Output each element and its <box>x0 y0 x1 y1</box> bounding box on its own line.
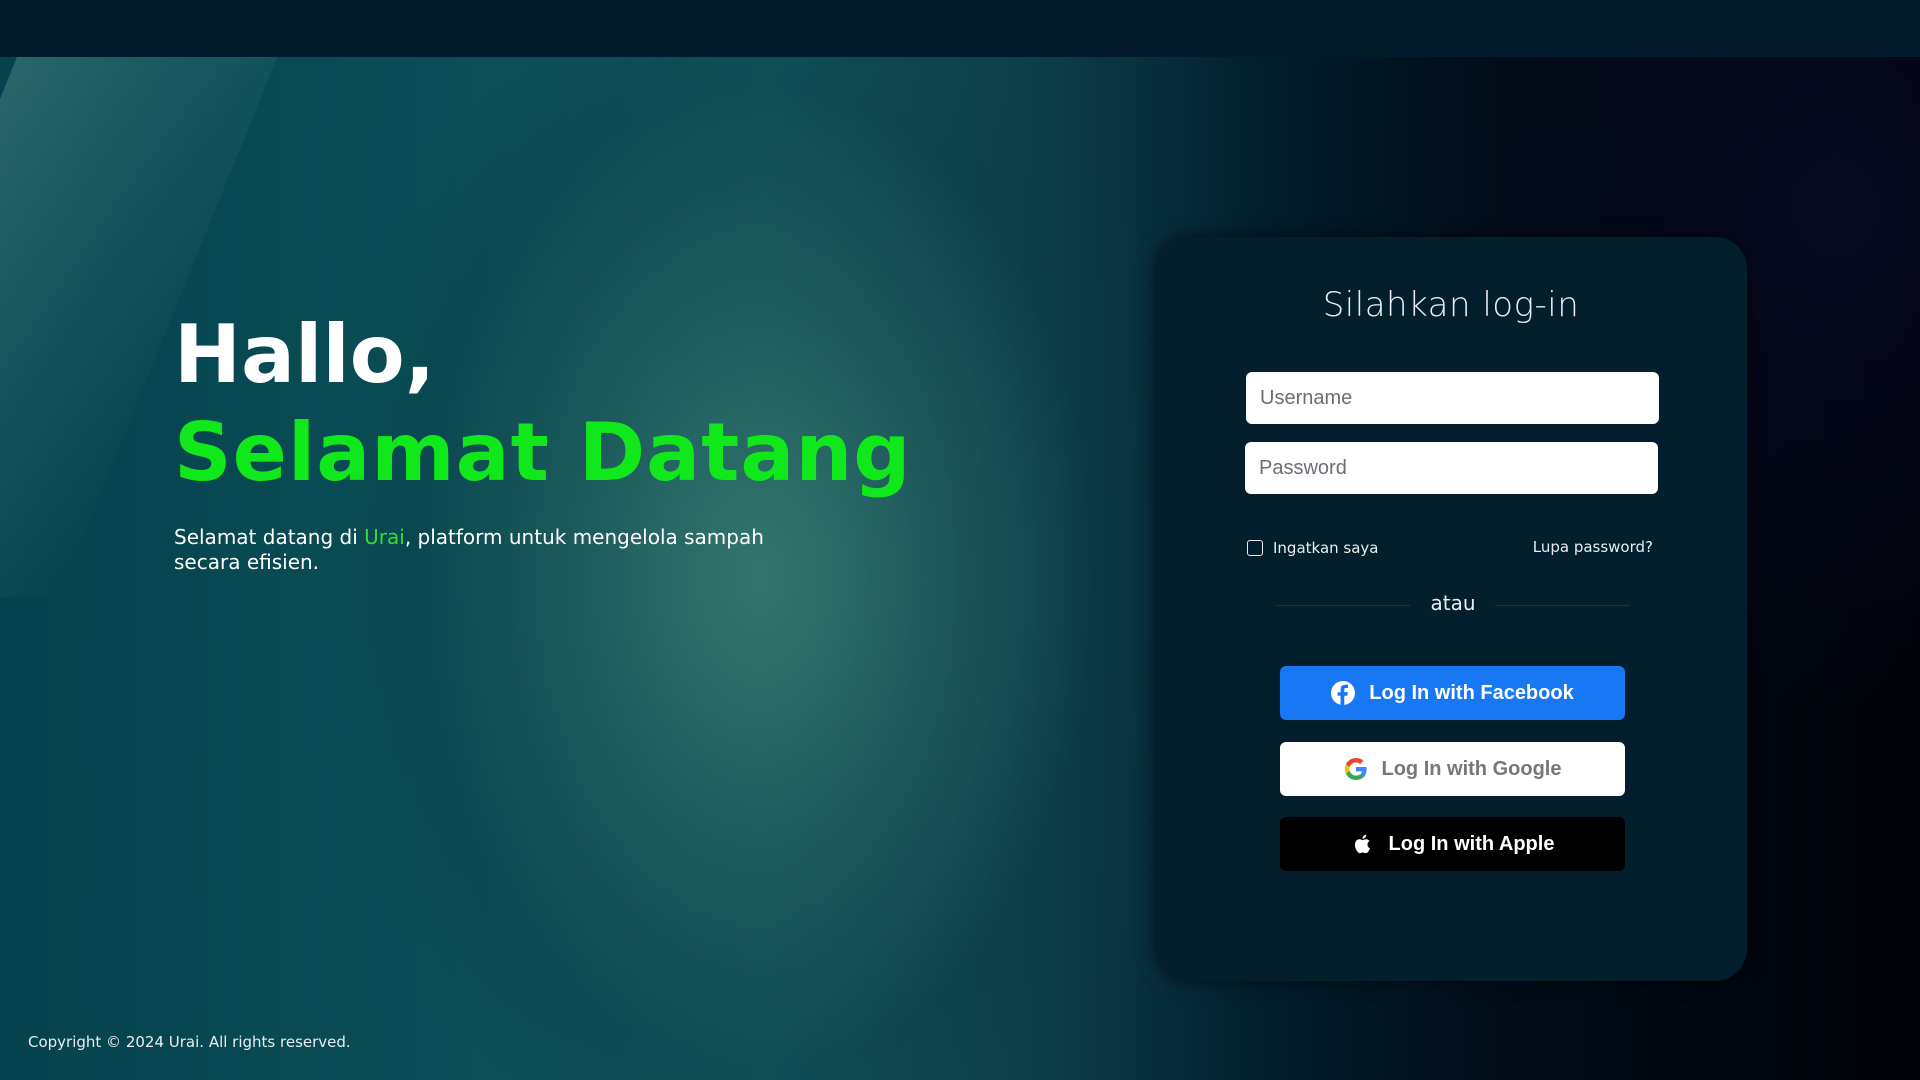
hero-description: Selamat datang di Urai, platform untuk m… <box>174 525 814 575</box>
google-login-label: Log In with Google <box>1381 757 1562 780</box>
top-bar <box>0 0 1920 57</box>
apple-login-label: Log In with Apple <box>1388 832 1555 855</box>
facebook-login-button[interactable]: Log In with Facebook <box>1280 666 1625 720</box>
forgot-password-link[interactable]: Lupa password? <box>1533 538 1653 556</box>
apple-login-button[interactable]: Log In with Apple <box>1280 817 1625 871</box>
login-card: Silahkan log-in Ingatkan saya Lupa passw… <box>1155 237 1747 981</box>
remember-me-checkbox[interactable] <box>1247 540 1263 556</box>
google-icon <box>1344 757 1368 781</box>
facebook-icon <box>1331 681 1356 705</box>
username-input[interactable] <box>1246 372 1659 424</box>
hero-section: Hallo, Selamat Datang Selamat datang di … <box>174 307 974 595</box>
page-background: Hallo, Selamat Datang Selamat datang di … <box>0 57 1920 1080</box>
divider-line-right <box>1495 605 1630 606</box>
divider-label: atau <box>1430 591 1476 615</box>
password-input[interactable] <box>1245 442 1658 494</box>
facebook-login-label: Log In with Facebook <box>1369 681 1574 704</box>
greeting-heading: Hallo, <box>174 308 436 401</box>
apple-icon <box>1351 832 1375 856</box>
welcome-heading: Selamat Datang <box>174 406 912 499</box>
google-login-button[interactable]: Log In with Google <box>1280 742 1625 796</box>
login-title: Silahkan log-in <box>1322 285 1580 325</box>
copyright-text: Copyright © 2024 Urai. All rights reserv… <box>28 1033 351 1051</box>
remember-me[interactable]: Ingatkan saya <box>1247 539 1379 557</box>
description-prefix: Selamat datang di <box>174 525 365 549</box>
brand-name: Urai <box>364 525 405 549</box>
remember-me-label: Ingatkan saya <box>1273 539 1379 557</box>
